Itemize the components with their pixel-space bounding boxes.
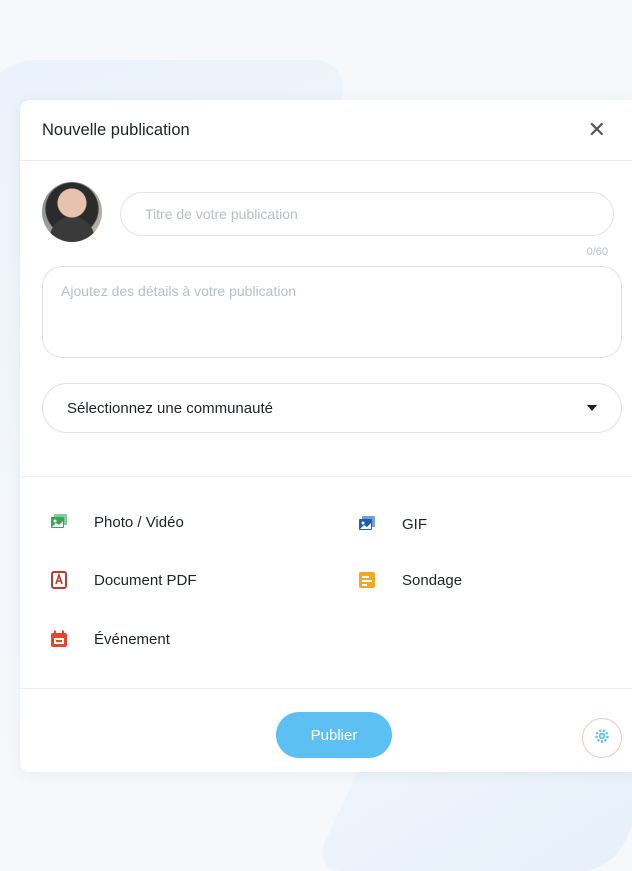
post-details-textarea[interactable]: Ajoutez des détails à votre publication	[42, 266, 622, 358]
option-label: Événement	[94, 630, 170, 648]
divider	[20, 476, 632, 477]
option-photo-video[interactable]: Photo / Vidéo	[50, 513, 184, 531]
post-title-input[interactable]: Titre de votre publication	[120, 192, 614, 236]
option-label: Sondage	[402, 571, 463, 589]
avatar	[42, 182, 102, 242]
divider	[20, 688, 632, 689]
post-title-placeholder: Titre de votre publication	[145, 206, 298, 222]
option-label: GIF	[402, 515, 427, 533]
option-gif[interactable]: GIF	[358, 515, 427, 533]
publish-button[interactable]: Publier	[276, 712, 392, 758]
community-select[interactable]: Sélectionnez une communauté	[42, 383, 622, 433]
modal-header: Nouvelle publication ✕	[20, 100, 632, 161]
option-label: Document PDF	[94, 571, 197, 589]
new-post-modal: Nouvelle publication ✕ Titre de votre pu…	[20, 100, 632, 772]
title-row: Titre de votre publication 0/60	[42, 182, 622, 258]
photo-video-icon	[50, 513, 68, 531]
caret-down-icon	[587, 405, 597, 411]
pdf-icon	[50, 571, 68, 589]
community-select-label: Sélectionnez une communauté	[67, 399, 273, 417]
title-char-counter: 0/60	[586, 246, 608, 258]
option-event[interactable]: Événement	[50, 630, 170, 648]
close-icon[interactable]: ✕	[588, 119, 612, 141]
option-label: Photo / Vidéo	[94, 513, 184, 531]
modal-title: Nouvelle publication	[42, 120, 190, 139]
gear-icon	[594, 728, 610, 749]
option-document-pdf[interactable]: Document PDF	[50, 571, 197, 589]
poll-icon	[358, 571, 376, 589]
calendar-icon	[50, 630, 68, 648]
gif-icon	[358, 515, 376, 533]
post-details-placeholder: Ajoutez des détails à votre publication	[61, 283, 297, 299]
settings-button[interactable]	[582, 718, 622, 758]
option-poll[interactable]: Sondage	[358, 571, 462, 589]
